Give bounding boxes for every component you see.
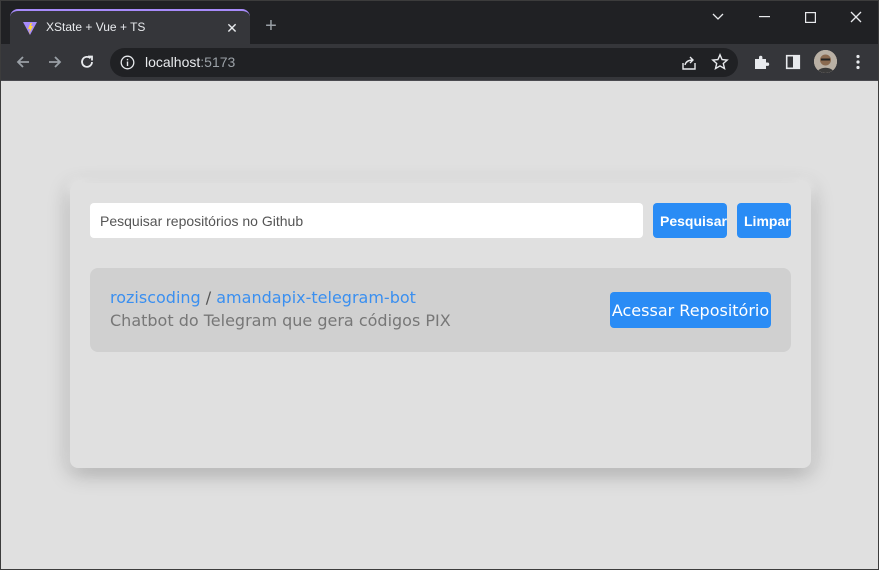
window-close-icon[interactable]: [833, 1, 879, 33]
url-host: localhost: [145, 54, 201, 70]
tab-strip: XState + Vue + TS ✕ +: [1, 1, 878, 44]
address-bar[interactable]: localhost:5173: [110, 48, 738, 77]
share-icon[interactable]: [680, 54, 698, 72]
vite-favicon-icon: [22, 20, 38, 36]
page-viewport: Pesquisar Limpar roziscoding / amandapix…: [1, 81, 878, 569]
tab-title: XState + Vue + TS: [46, 20, 146, 34]
puzzle-icon[interactable]: [751, 52, 771, 72]
browser-toolbar: localhost:5173: [1, 44, 878, 81]
clear-button[interactable]: Limpar: [737, 203, 791, 238]
open-repository-button[interactable]: Acessar Repositório: [610, 292, 771, 328]
browser-window: XState + Vue + TS ✕ + localhost:5173 Pes…: [0, 0, 879, 570]
maximize-icon[interactable]: [787, 1, 833, 33]
repo-owner-link[interactable]: roziscoding: [110, 288, 201, 307]
browser-tab[interactable]: XState + Vue + TS ✕: [10, 9, 250, 44]
search-button[interactable]: Pesquisar: [653, 203, 727, 238]
forward-arrow-icon[interactable]: [42, 49, 68, 75]
kebab-menu-icon[interactable]: [848, 52, 868, 72]
sidebar-icon[interactable]: [783, 52, 803, 72]
repo-name-link[interactable]: amandapix-telegram-bot: [216, 288, 416, 307]
repo-description: Chatbot do Telegram que gera códigos PIX: [110, 311, 451, 330]
repo-title: roziscoding / amandapix-telegram-bot: [110, 288, 416, 307]
back-arrow-icon[interactable]: [10, 49, 36, 75]
minimize-icon[interactable]: [741, 1, 787, 33]
chevron-down-icon[interactable]: [695, 1, 741, 33]
info-icon[interactable]: [120, 55, 135, 70]
repo-separator: /: [200, 288, 217, 307]
reload-icon[interactable]: [74, 49, 100, 75]
search-input[interactable]: [90, 203, 643, 238]
avatar[interactable]: [814, 50, 837, 73]
star-icon[interactable]: [711, 53, 729, 71]
url-text: localhost:5173: [145, 54, 235, 70]
plus-icon[interactable]: +: [259, 14, 283, 38]
close-icon[interactable]: ✕: [222, 18, 242, 38]
search-card: Pesquisar Limpar roziscoding / amandapix…: [70, 183, 811, 468]
list-item: roziscoding / amandapix-telegram-bot Cha…: [90, 268, 791, 352]
url-port: :5173: [200, 54, 236, 70]
